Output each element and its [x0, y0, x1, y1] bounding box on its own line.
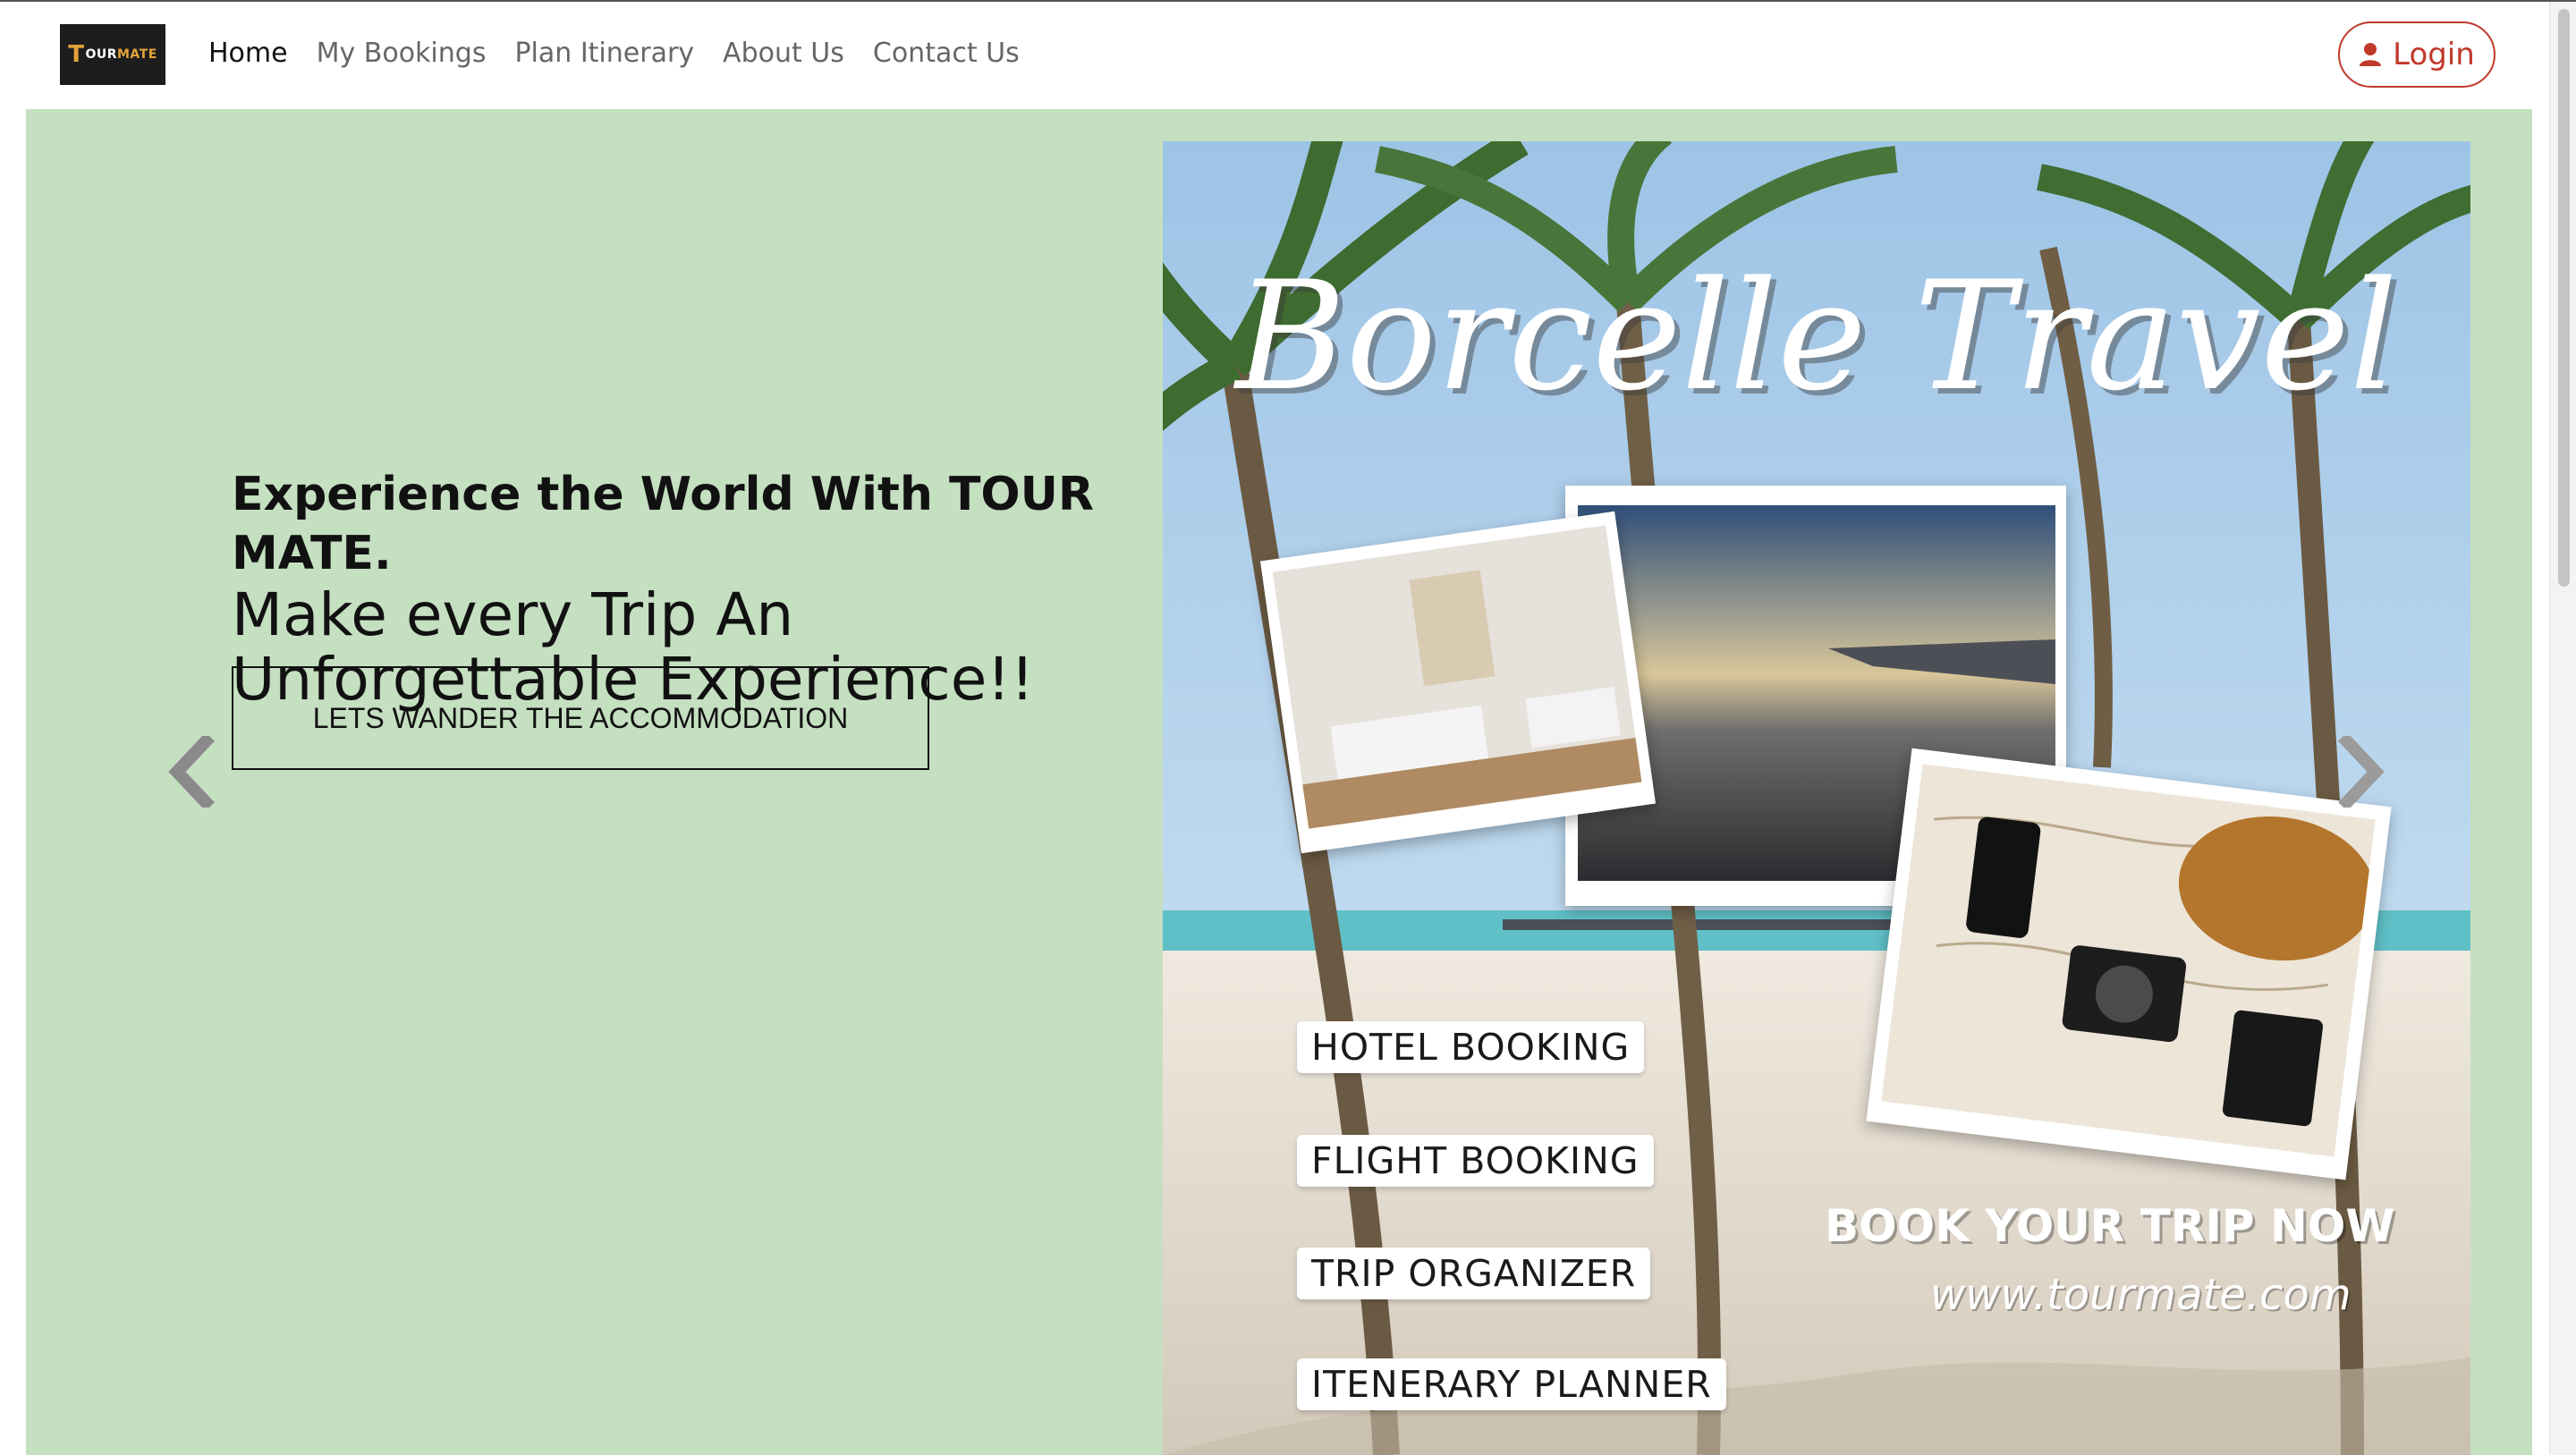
- nav-link-home[interactable]: Home: [208, 38, 288, 69]
- nav-link-about-us[interactable]: About Us: [723, 38, 844, 69]
- login-label: Login: [2393, 37, 2475, 72]
- logo-text-our: OUR: [85, 47, 117, 62]
- nav-links: Home My Bookings Plan Itinerary About Us…: [208, 38, 1048, 69]
- poster-service-itinerary-planner: ITENERARY PLANNER: [1297, 1358, 1726, 1410]
- hotel-room-image: [1272, 525, 1642, 829]
- travel-essentials-photo: [1866, 748, 2392, 1180]
- tourmate-logo[interactable]: T OUR MATE: [60, 24, 165, 85]
- poster-service-trip-organizer: TRIP ORGANIZER: [1297, 1248, 1651, 1299]
- nav-link-my-bookings[interactable]: My Bookings: [317, 38, 487, 69]
- chevron-left-icon: [168, 732, 215, 811]
- user-icon: [2360, 43, 2382, 66]
- hero-headline: Experience the World With TOUR MATE.: [232, 468, 1094, 580]
- logo-text-mate: MATE: [117, 47, 157, 62]
- poster-website: www.tourmate.com: [1930, 1270, 2351, 1320]
- login-button[interactable]: Login: [2338, 21, 2496, 88]
- logo-letter-t: T: [68, 41, 85, 68]
- navbar: T OUR MATE Home My Bookings Plan Itinerary…: [0, 2, 2549, 107]
- explore-accommodation-button[interactable]: LETS WANDER THE ACCOMMODATION: [232, 666, 929, 770]
- camera-map-hat-image: [1881, 764, 2376, 1157]
- carousel-next-button[interactable]: [2333, 732, 2386, 811]
- carousel-prev-button[interactable]: [166, 732, 220, 811]
- nav-link-plan-itinerary[interactable]: Plan Itinerary: [514, 38, 694, 69]
- page-scrollbar[interactable]: [2549, 2, 2576, 1455]
- chevron-right-icon: [2338, 732, 2385, 811]
- nav-link-contact-us[interactable]: Contact Us: [873, 38, 1020, 69]
- poster-title: Borcelle Travel: [1235, 249, 2398, 424]
- poster-service-flight-booking: FLIGHT BOOKING: [1297, 1135, 1654, 1187]
- carousel-slide-poster: Borcelle Travel HOTEL BOOKING FLIGHT BOO…: [1163, 141, 2470, 1455]
- poster-book-cta: BOOK YOUR TRIP NOW: [1825, 1200, 2395, 1252]
- scrollbar-thumb[interactable]: [2558, 9, 2570, 587]
- poster-service-hotel-booking: HOTEL BOOKING: [1297, 1021, 1645, 1073]
- hotel-room-photo: [1259, 511, 1657, 854]
